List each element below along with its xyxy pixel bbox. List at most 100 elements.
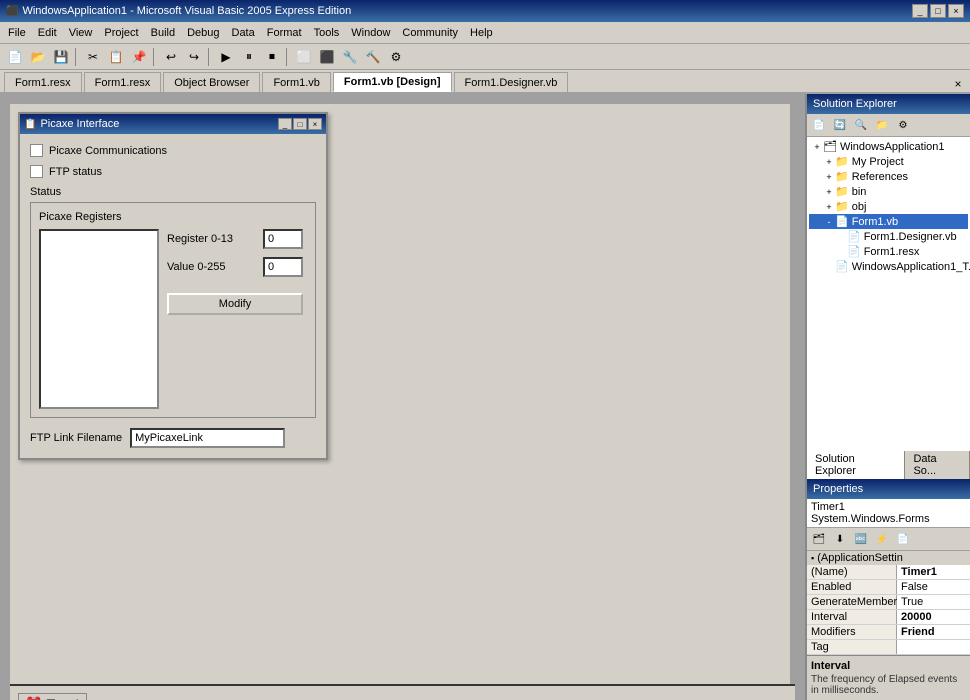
tree-item-icon: 🗂 bbox=[823, 140, 837, 153]
tab-form1-resx-2[interactable]: Form1.resx bbox=[84, 72, 162, 92]
minimize-button[interactable]: _ bbox=[912, 4, 928, 18]
tab-form1-resx-1[interactable]: Form1.resx bbox=[4, 72, 82, 92]
open-btn[interactable]: 📂 bbox=[27, 46, 49, 68]
picaxe-comms-checkbox[interactable] bbox=[30, 144, 43, 157]
panel-tab-data-sources[interactable]: Data So... bbox=[905, 451, 970, 479]
solution-tree: +🗂WindowsApplication1+📁My Project+📁Refer… bbox=[807, 137, 970, 451]
sol-btn-5[interactable]: ⚙ bbox=[893, 116, 913, 134]
prop-row[interactable]: ModifiersFriend bbox=[807, 625, 970, 640]
tree-expand-icon: + bbox=[823, 172, 835, 182]
pause-btn[interactable]: ⏸ bbox=[238, 46, 260, 68]
misc-btn3[interactable]: 🔧 bbox=[339, 46, 361, 68]
menu-debug[interactable]: Debug bbox=[181, 25, 225, 41]
tree-item[interactable]: 📄Form1.resx bbox=[809, 244, 968, 259]
tab-object-browser[interactable]: Object Browser bbox=[163, 72, 260, 92]
properties-title: Properties bbox=[813, 483, 863, 495]
prop-row[interactable]: Interval20000 bbox=[807, 610, 970, 625]
misc-btn5[interactable]: ⚙ bbox=[385, 46, 407, 68]
menu-build[interactable]: Build bbox=[145, 25, 181, 41]
tray-area: ⏰ Timer1 bbox=[10, 684, 795, 700]
registers-inner: Register 0-13 Value 0-255 Modify bbox=[39, 229, 307, 409]
prop-value: True bbox=[897, 595, 970, 609]
sol-btn-1[interactable]: 📄 bbox=[809, 116, 829, 134]
design-canvas[interactable]: 📋 Picaxe Interface _ □ × Picaxe Communic… bbox=[0, 94, 805, 700]
sol-btn-3[interactable]: 🔍 bbox=[851, 116, 871, 134]
menu-project[interactable]: Project bbox=[98, 25, 144, 41]
copy-btn[interactable]: 📋 bbox=[105, 46, 127, 68]
menu-help[interactable]: Help bbox=[464, 25, 499, 41]
maximize-button[interactable]: □ bbox=[930, 4, 946, 18]
prop-btn-3[interactable]: 🔤 bbox=[851, 530, 871, 548]
redo-btn[interactable]: ↪ bbox=[183, 46, 205, 68]
menu-format[interactable]: Format bbox=[261, 25, 308, 41]
menu-view[interactable]: View bbox=[63, 25, 99, 41]
prop-btn-5[interactable]: 📄 bbox=[893, 530, 913, 548]
registers-listbox[interactable] bbox=[39, 229, 159, 409]
prop-row[interactable]: (Name)Timer1 bbox=[807, 565, 970, 580]
tab-form1-designer[interactable]: Form1.Designer.vb bbox=[454, 72, 569, 92]
misc-btn4[interactable]: 🔨 bbox=[362, 46, 384, 68]
menu-window[interactable]: Window bbox=[345, 25, 396, 41]
tab-form1-vb[interactable]: Form1.vb bbox=[262, 72, 330, 92]
checkbox-row-2: FTP status bbox=[30, 165, 316, 178]
canvas-inner: 📋 Picaxe Interface _ □ × Picaxe Communic… bbox=[10, 104, 790, 684]
prop-btn-4[interactable]: ⚡ bbox=[872, 530, 892, 548]
sol-btn-2[interactable]: 🔄 bbox=[830, 116, 850, 134]
tab-form1-vb-design[interactable]: Form1.vb [Design] bbox=[333, 72, 452, 92]
timer1-item[interactable]: ⏰ Timer1 bbox=[18, 693, 87, 700]
ftp-status-checkbox[interactable] bbox=[30, 165, 43, 178]
prop-value: Friend bbox=[897, 625, 970, 639]
prop-btn-1[interactable]: 🗂 bbox=[809, 530, 829, 548]
tree-item[interactable]: -📄Form1.vb bbox=[809, 214, 968, 229]
prop-desc-title: Interval bbox=[811, 660, 966, 672]
undo-btn[interactable]: ↩ bbox=[160, 46, 182, 68]
cut-btn[interactable]: ✂ bbox=[82, 46, 104, 68]
panel-tab-sol-explorer[interactable]: Solution Explorer bbox=[807, 451, 905, 479]
tree-item-icon: 📄 bbox=[835, 260, 849, 273]
tree-item[interactable]: +📁My Project bbox=[809, 154, 968, 169]
app-icon: ⬛ bbox=[6, 6, 18, 17]
register-input[interactable] bbox=[263, 229, 303, 249]
tree-item[interactable]: 📄WindowsApplication1_T... bbox=[809, 259, 968, 274]
paste-btn[interactable]: 📌 bbox=[128, 46, 150, 68]
new-btn[interactable]: 📄 bbox=[4, 46, 26, 68]
designed-form-window: 📋 Picaxe Interface _ □ × Picaxe Communic… bbox=[18, 112, 328, 460]
misc-btn2[interactable]: ⬛ bbox=[316, 46, 338, 68]
menu-tools[interactable]: Tools bbox=[308, 25, 346, 41]
tree-item-icon: 📁 bbox=[835, 185, 849, 198]
modify-button[interactable]: Modify bbox=[167, 293, 303, 315]
value-field-row: Value 0-255 bbox=[167, 257, 303, 277]
misc-btn1[interactable]: ⬜ bbox=[293, 46, 315, 68]
window-controls: _ □ × bbox=[912, 4, 964, 18]
value-input[interactable] bbox=[263, 257, 303, 277]
tree-item-label: WindowsApplication1_T... bbox=[852, 261, 970, 273]
prop-row[interactable]: Tag bbox=[807, 640, 970, 655]
menu-edit[interactable]: Edit bbox=[32, 25, 63, 41]
tree-item-label: obj bbox=[852, 201, 867, 213]
tree-item[interactable]: 📄Form1.Designer.vb bbox=[809, 229, 968, 244]
tree-item[interactable]: +📁bin bbox=[809, 184, 968, 199]
form-title-buttons: _ □ × bbox=[278, 118, 322, 130]
save-btn[interactable]: 💾 bbox=[50, 46, 72, 68]
run-btn[interactable]: ▶ bbox=[215, 46, 237, 68]
menu-community[interactable]: Community bbox=[396, 25, 464, 41]
tree-item-label: References bbox=[852, 171, 908, 183]
form-body: Picaxe Communications FTP status Status … bbox=[20, 134, 326, 458]
form-minimize-btn[interactable]: _ bbox=[278, 118, 292, 130]
stop-btn[interactable]: ⏹ bbox=[261, 46, 283, 68]
tree-item[interactable]: +📁obj bbox=[809, 199, 968, 214]
menu-file[interactable]: File bbox=[2, 25, 32, 41]
form-maximize-btn[interactable]: □ bbox=[293, 118, 307, 130]
form-close-btn[interactable]: × bbox=[308, 118, 322, 130]
sol-btn-4[interactable]: 📁 bbox=[872, 116, 892, 134]
close-button[interactable]: × bbox=[948, 4, 964, 18]
prop-row[interactable]: GenerateMemberTrue bbox=[807, 595, 970, 610]
picaxe-comms-label: Picaxe Communications bbox=[49, 145, 167, 157]
prop-btn-2[interactable]: ⬇ bbox=[830, 530, 850, 548]
menu-data[interactable]: Data bbox=[226, 25, 261, 41]
tree-item[interactable]: +📁References bbox=[809, 169, 968, 184]
prop-row[interactable]: EnabledFalse bbox=[807, 580, 970, 595]
tree-item[interactable]: +🗂WindowsApplication1 bbox=[809, 139, 968, 154]
tab-close-button[interactable]: × bbox=[950, 76, 966, 92]
ftp-filename-input[interactable] bbox=[130, 428, 285, 448]
